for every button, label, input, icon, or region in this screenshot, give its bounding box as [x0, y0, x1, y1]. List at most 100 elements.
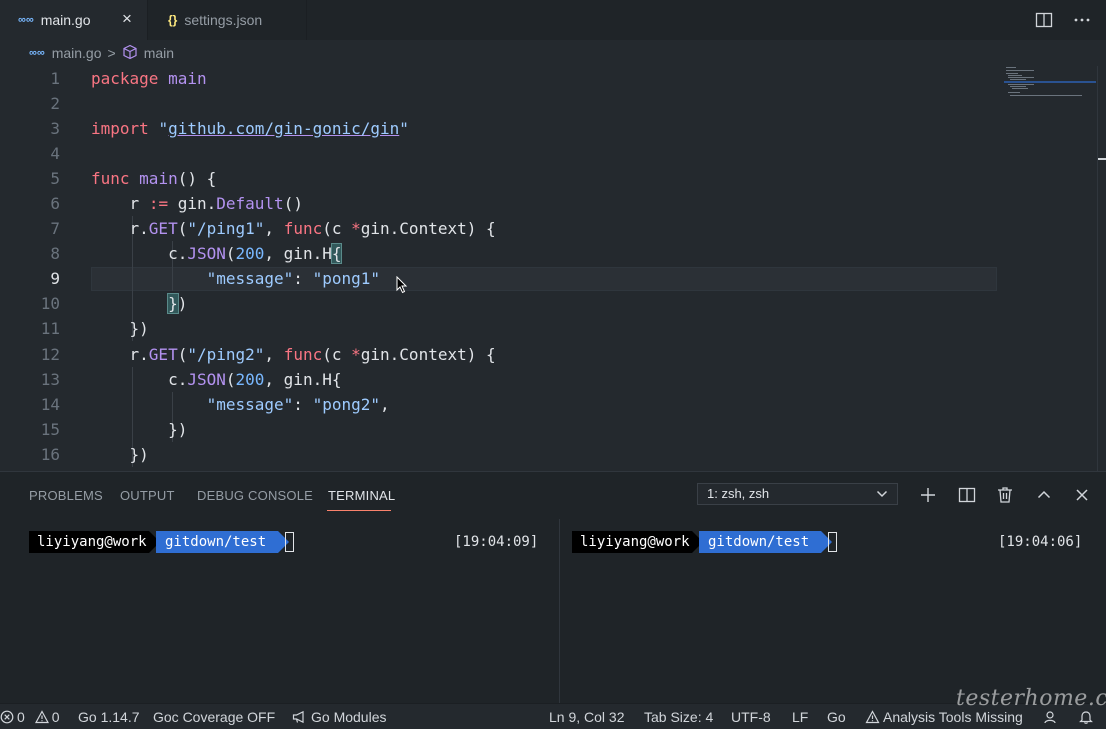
breadcrumb-file[interactable]: main.go — [52, 45, 102, 61]
line-number: 14 — [40, 395, 60, 414]
breadcrumb-symbol[interactable]: main — [144, 45, 174, 61]
close-panel-icon[interactable] — [1072, 485, 1092, 505]
line-number: 8 — [50, 244, 60, 263]
cursor-position[interactable]: Ln 9, Col 32 — [549, 709, 625, 725]
code-line: 13 c.JSON(200, gin.H{ — [0, 367, 1000, 392]
prompt-time: [19:04:09] — [454, 534, 539, 550]
symbol-cube-icon — [122, 44, 138, 63]
goc-coverage[interactable]: Goc Coverage OFF — [153, 709, 275, 725]
terminal-cursor — [285, 532, 294, 552]
line-number: 15 — [40, 420, 60, 439]
go-modules-status[interactable]: Go Modules — [292, 709, 386, 725]
line-number: 5 — [50, 169, 60, 188]
line-number: 9 — [50, 269, 60, 288]
active-tab-indicator — [327, 510, 391, 511]
tab-main-go[interactable]: ∞∞ main.go × — [0, 0, 147, 40]
breadcrumb-separator: > — [107, 45, 116, 61]
terminal-pane-2[interactable]: liyiyang@work gitdown/test [19:04:06] — [572, 531, 1082, 555]
end-of-line[interactable]: LF — [792, 709, 808, 725]
more-actions-icon[interactable] — [1072, 10, 1092, 30]
code-editor[interactable]: 1 package main 2 3 import "github.com/gin-… — [0, 66, 1106, 471]
terminal-split-divider[interactable] — [559, 519, 560, 704]
json-file-icon: {} — [168, 13, 178, 27]
code-line: 14 "message": "pong2", — [0, 392, 1000, 417]
prompt-git-branch: gitdown/test — [699, 531, 821, 553]
line-number: 4 — [50, 144, 60, 163]
trash-icon[interactable] — [995, 485, 1015, 505]
language-mode[interactable]: Go — [827, 709, 846, 725]
line-number: 1 — [50, 69, 60, 88]
chevron-down-icon — [876, 490, 888, 498]
warning-icon — [34, 710, 49, 724]
line-number: 16 — [40, 445, 60, 464]
bottom-panel: PROBLEMS OUTPUT DEBUG CONSOLE TERMINAL 1… — [0, 471, 1106, 704]
code-line: 2 — [0, 91, 1000, 116]
tab-problems[interactable]: PROBLEMS — [29, 488, 103, 503]
go-file-icon: ∞∞ — [18, 14, 34, 26]
code-line: 10 }) — [0, 291, 1000, 316]
analysis-tools-label: Analysis Tools Missing — [883, 709, 1023, 725]
line-number: 6 — [50, 194, 60, 213]
prompt-user: liyiyang@work — [29, 531, 149, 553]
mouse-pointer-icon — [396, 276, 408, 294]
watermark: testerhome.com — [956, 686, 1106, 711]
line-number: 10 — [40, 294, 60, 313]
go-version[interactable]: Go 1.14.7 — [78, 709, 140, 725]
status-bar: 0 0 Go 1.14.7 Goc Coverage OFF Go Module… — [0, 703, 1106, 729]
tab-settings-json[interactable]: {} settings.json — [147, 0, 307, 40]
go-modules-label: Go Modules — [311, 709, 387, 725]
tab-label: settings.json — [184, 12, 263, 28]
split-editor-icon[interactable] — [1034, 10, 1054, 30]
line-number: 12 — [40, 345, 60, 364]
code-line: 16 }) — [0, 442, 1000, 467]
tab-label: main.go — [40, 12, 91, 28]
code-line: 4 — [0, 141, 1000, 166]
code-line: 12 r.GET("/ping2", func(c *gin.Context) … — [0, 342, 1000, 367]
line-number: 3 — [50, 119, 60, 138]
bell-icon[interactable] — [1078, 709, 1094, 728]
code-line: 5 func main() { — [0, 166, 1000, 191]
line-number: 7 — [50, 219, 60, 238]
tab-terminal[interactable]: TERMINAL — [328, 488, 395, 503]
analysis-tools-status[interactable]: Analysis Tools Missing — [865, 709, 1023, 725]
overview-ruler — [1097, 66, 1106, 471]
minimap[interactable] — [1004, 66, 1096, 106]
terminal-cursor — [828, 532, 837, 552]
code-line: 3 import "github.com/gin-gonic/gin" — [0, 116, 1000, 141]
editor-tab-bar: ∞∞ main.go × {} settings.json — [0, 0, 1106, 40]
terminal-selector-value: 1: zsh, zsh — [707, 486, 770, 501]
error-icon — [0, 710, 14, 724]
import-path-link[interactable]: github.com/gin-gonic/gin — [168, 119, 399, 138]
matching-bracket: } — [167, 293, 179, 314]
megaphone-icon — [292, 710, 304, 724]
tab-output[interactable]: OUTPUT — [120, 488, 175, 503]
code-line: 9 "message": "pong1" — [0, 266, 1000, 291]
error-count: 0 — [17, 709, 25, 725]
split-terminal-icon[interactable] — [957, 485, 977, 505]
prompt-time: [19:04:06] — [998, 534, 1083, 550]
code-line: 11 }) — [0, 316, 1000, 341]
matching-bracket: { — [330, 243, 343, 264]
line-number: 2 — [50, 94, 60, 113]
warning-icon — [865, 710, 880, 724]
line-number: 13 — [40, 370, 60, 389]
chevron-up-icon[interactable] — [1034, 485, 1054, 505]
code-line: 7 r.GET("/ping1", func(c *gin.Context) { — [0, 216, 1000, 241]
prompt-user: liyiyang@work — [572, 531, 692, 553]
terminal-pane-1[interactable]: liyiyang@work gitdown/test [19:04:09] — [29, 531, 539, 555]
prompt-git-branch: gitdown/test — [156, 531, 278, 553]
terminal-selector[interactable]: 1: zsh, zsh — [697, 483, 898, 505]
line-number: 11 — [40, 319, 60, 338]
feedback-icon[interactable] — [1042, 709, 1058, 728]
tab-size[interactable]: Tab Size: 4 — [644, 709, 713, 725]
close-icon[interactable]: × — [119, 10, 135, 28]
code-line: 8 c.JSON(200, gin.H{ — [0, 241, 1000, 266]
tab-debug-console[interactable]: DEBUG CONSOLE — [197, 488, 313, 503]
new-terminal-icon[interactable] — [918, 485, 938, 505]
code-line: 1 package main — [0, 66, 1000, 91]
problems-status[interactable]: 0 0 — [0, 709, 59, 725]
code-line: 15 }) — [0, 417, 1000, 442]
code-line: 6 r := gin.Default() — [0, 191, 1000, 216]
breadcrumb: ∞∞ main.go > main — [0, 40, 1106, 66]
encoding[interactable]: UTF-8 — [731, 709, 771, 725]
